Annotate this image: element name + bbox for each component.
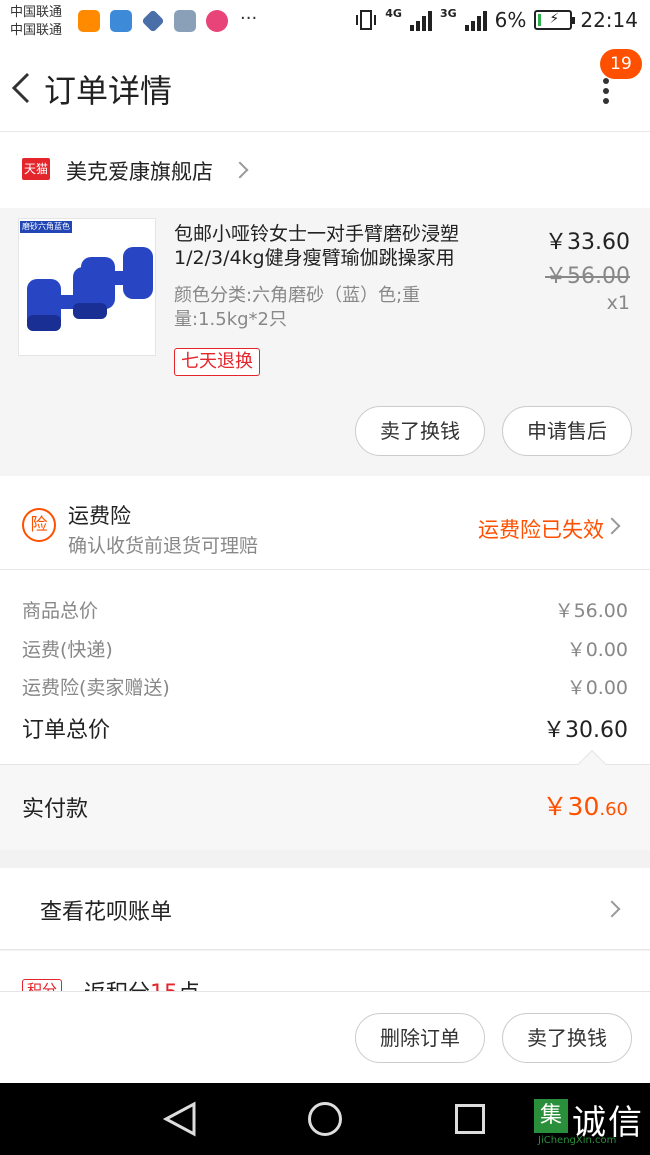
delete-order-button[interactable]: 删除订单 (355, 1013, 485, 1063)
watermark: 集 诚信 JiChengXin.com (532, 1091, 650, 1149)
huabei-label: 查看花呗账单 (40, 900, 173, 925)
notification-badge: 19 (600, 49, 642, 79)
insurance-icon: 险 (22, 508, 56, 542)
order-total-label: 订单总价 (22, 718, 111, 743)
signal-bars-2-icon (464, 9, 487, 31)
carrier-labels: 中国联通 中国联通 (10, 4, 62, 40)
carrier-1: 中国联通 (10, 5, 63, 20)
status-indicators: 4G 3G 6% ⚡ 22:14 (355, 8, 638, 32)
carrier-2: 中国联通 (10, 23, 63, 38)
system-nav-bar: 集 诚信 JiChengXin.com (0, 1083, 650, 1155)
nav-home-icon[interactable] (308, 1102, 342, 1136)
shop-name: 美克爱康旗舰店 (66, 160, 213, 184)
product-image-tag: 磨砂六角蓝色 (20, 221, 72, 233)
insurance-fee-value: ￥0.00 (566, 677, 628, 699)
signal-4g-1: 4G (385, 7, 402, 20)
header: 订单详情 (0, 44, 650, 132)
app-notification-icon (78, 10, 100, 32)
chevron-right-icon (231, 161, 249, 179)
order-item[interactable]: 磨砂六角蓝色 包邮小哑铃女士一对手臂磨砂浸塑1/2/3/4kg健身瘦臂瑜伽跳操家… (0, 208, 650, 476)
price-summary: 商品总价 ￥56.00 运费(快递) ￥0.00 运费险(卖家赠送) ￥0.00… (0, 570, 650, 764)
seven-day-return-tag: 七天退换 (174, 348, 260, 376)
battery-icon: ⚡ (534, 10, 576, 30)
actual-payment-label: 实付款 (22, 797, 89, 822)
vibrate-icon (356, 10, 377, 30)
points-text: 返积分15点 (84, 975, 200, 991)
order-total-value: ￥30.60 (543, 718, 628, 743)
diamond-notification-icon (141, 9, 165, 33)
shipping-label: 运费(快递) (22, 639, 113, 661)
bottom-action-bar: 删除订单 卖了换钱 (0, 991, 650, 1083)
item-spec: 颜色分类:六角磨砂（蓝）色;重量:1.5kg*2只 (174, 285, 421, 330)
health-notification-icon (110, 10, 132, 32)
watermark-url: JiChengXin.com (538, 1135, 617, 1146)
back-arrow-icon[interactable] (8, 68, 36, 108)
insurance-status: 运费险已失效 (478, 518, 604, 542)
item-original-price: ￥56.00 (545, 264, 630, 289)
item-title: 包邮小哑铃女士一对手臂磨砂浸塑1/2/3/4kg健身瘦臂瑜伽跳操家用 (174, 223, 460, 269)
goods-total-value: ￥56.00 (554, 600, 628, 622)
shipping-value: ￥0.00 (566, 639, 628, 661)
actual-payment-value: ￥30.60 (542, 792, 628, 821)
goods-total-row: 商品总价 ￥56.00 (22, 596, 628, 623)
page-title: 订单详情 (44, 72, 173, 110)
actual-payment: 实付款 ￥30.60 (0, 749, 650, 850)
insurance-title: 运费险 (68, 504, 131, 528)
shipping-insurance-row[interactable]: 险 运费险 确认收货前退货可理赔 运费险已失效 (0, 476, 650, 570)
gallery-notification-icon (174, 10, 196, 32)
signal-bars-1-icon (409, 9, 432, 31)
watermark-logo: 集 (534, 1099, 568, 1133)
chat-notification-icon (206, 10, 228, 32)
points-tag: 积分 (22, 979, 63, 991)
goods-total-label: 商品总价 (22, 600, 99, 622)
clock: 22:14 (580, 8, 638, 32)
sell-for-cash-bottom-button[interactable]: 卖了换钱 (502, 1013, 632, 1063)
order-total-row: 订单总价 ￥30.60 (22, 712, 628, 744)
more-menu-icon[interactable] (598, 78, 614, 104)
item-quantity: x1 (606, 292, 630, 314)
insurance-fee-row: 运费险(卖家赠送) ￥0.00 (22, 673, 628, 700)
shipping-row: 运费(快递) ￥0.00 (22, 635, 628, 662)
shop-row[interactable]: 天猫 美克爱康旗舰店 (0, 132, 650, 208)
sell-for-cash-button[interactable]: 卖了换钱 (355, 406, 485, 456)
nav-recents-icon[interactable] (455, 1104, 485, 1134)
battery-percent: 6% (494, 8, 527, 32)
status-bar: 中国联通 中国联通 ··· 4G 3G 6% ⚡ 22:14 (0, 0, 650, 44)
nav-back-icon[interactable] (160, 1101, 200, 1137)
signal-3g: 3G (439, 7, 457, 20)
view-huabei-bill-row[interactable]: 查看花呗账单 (0, 868, 650, 950)
notification-icons: ··· (78, 8, 258, 33)
insurance-fee-label: 运费险(卖家赠送) (22, 677, 170, 699)
chevron-right-icon (603, 517, 621, 535)
tmall-icon: 天猫 (22, 158, 50, 180)
more-notifications-icon: ··· (240, 8, 258, 29)
apply-aftersale-button[interactable]: 申请售后 (502, 406, 632, 456)
points-row: 积分 返积分15点 (0, 951, 650, 991)
item-price: ￥33.60 (545, 230, 630, 255)
chevron-right-icon (603, 900, 621, 918)
dumbbell-image (27, 247, 153, 331)
product-image: 磨砂六角蓝色 (18, 218, 156, 356)
insurance-desc: 确认收货前退货可理赔 (68, 535, 259, 557)
